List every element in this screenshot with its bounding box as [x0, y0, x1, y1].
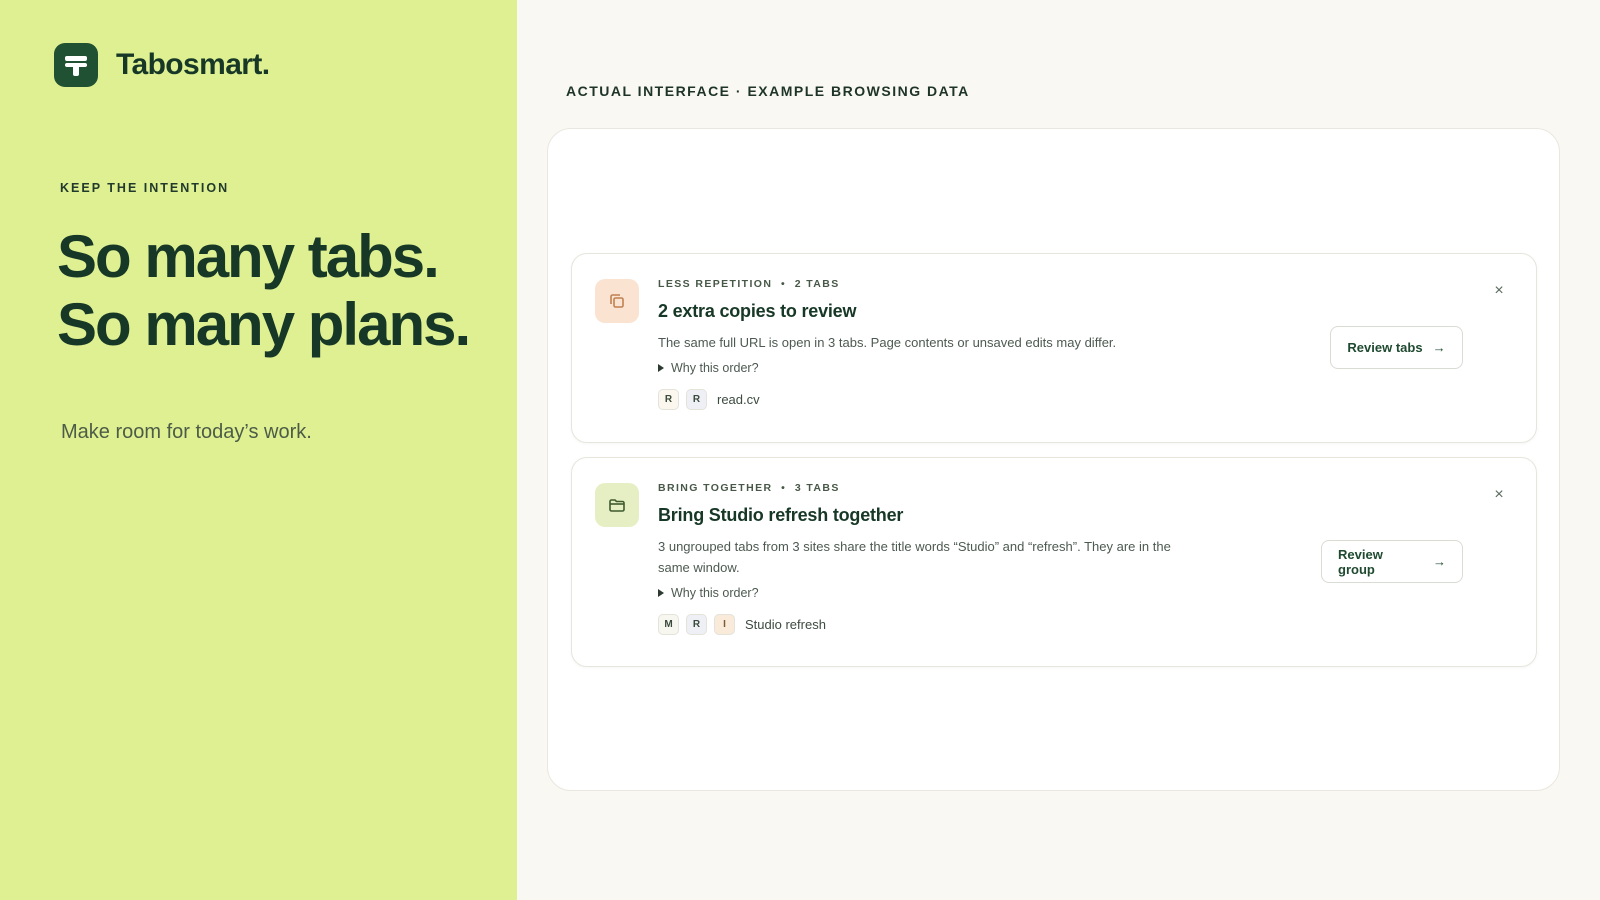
preview-label: ACTUAL INTERFACE · EXAMPLE BROWSING DATA	[566, 83, 970, 99]
brand-name: Tabosmart.	[116, 48, 270, 81]
arrow-right-icon: →	[1432, 340, 1446, 355]
copy-icon	[595, 279, 639, 323]
why-this-order-label: Why this order?	[671, 586, 759, 600]
hero-tagline: Make room for today’s work.	[61, 421, 312, 443]
tab-chip: R	[658, 389, 679, 410]
card-description: 3 ungrouped tabs from 3 sites share the …	[658, 539, 1171, 575]
hero-eyebrow: KEEP THE INTENTION	[60, 181, 230, 195]
hero-headline-line-2: So many plans.	[57, 291, 471, 358]
hero-headline-line-1: So many tabs.	[57, 223, 440, 290]
tab-chip: R	[686, 614, 707, 635]
card-body: BRING TOGETHER • 3 TABS Bring Studio ref…	[658, 482, 1218, 635]
hero-panel: Tabosmart. KEEP THE INTENTION So many ta…	[0, 0, 517, 900]
tab-chips-label: Studio refresh	[745, 617, 826, 632]
review-tabs-label: Review tabs	[1347, 340, 1423, 355]
suggestion-card-duplicates: LESS REPETITION • 2 TABS 2 extra copies …	[571, 253, 1537, 443]
page: Tabosmart. KEEP THE INTENTION So many ta…	[0, 0, 1600, 900]
disclosure-triangle-icon	[658, 589, 664, 597]
why-this-order-toggle[interactable]: Why this order?	[658, 586, 1218, 600]
why-this-order-label: Why this order?	[671, 361, 759, 375]
card-title: 2 extra copies to review	[658, 301, 857, 321]
folder-icon	[595, 483, 639, 527]
card-title: Bring Studio refresh together	[658, 505, 904, 525]
tab-chips-label: read.cv	[717, 392, 760, 407]
why-this-order-toggle[interactable]: Why this order?	[658, 361, 1218, 375]
tab-chip: I	[714, 614, 735, 635]
close-icon[interactable]: ×	[1492, 487, 1506, 503]
card-kicker: LESS REPETITION • 2 TABS	[658, 278, 840, 290]
tab-chip: R	[686, 389, 707, 410]
card-kicker: BRING TOGETHER • 3 TABS	[658, 482, 840, 494]
tab-chips: M R I Studio refresh	[658, 614, 1218, 635]
arrow-right-icon: →	[1433, 554, 1446, 569]
review-tabs-button[interactable]: Review tabs →	[1330, 326, 1463, 369]
disclosure-triangle-icon	[658, 364, 664, 372]
review-group-label: Review group	[1338, 546, 1383, 577]
close-icon[interactable]: ×	[1492, 283, 1506, 299]
tabosmart-logo-icon	[54, 43, 98, 87]
card-body: LESS REPETITION • 2 TABS 2 extra copies …	[658, 278, 1218, 410]
suggestion-card-group: BRING TOGETHER • 3 TABS Bring Studio ref…	[571, 457, 1537, 667]
brand[interactable]: Tabosmart.	[54, 43, 270, 87]
tab-chips: R R read.cv	[658, 389, 1218, 410]
tab-chip: M	[658, 614, 679, 635]
hero-headline: So many tabs. So many plans.	[57, 223, 471, 359]
review-group-button[interactable]: Review group →	[1321, 540, 1463, 583]
card-description: The same full URL is open in 3 tabs. Pag…	[658, 335, 1117, 350]
